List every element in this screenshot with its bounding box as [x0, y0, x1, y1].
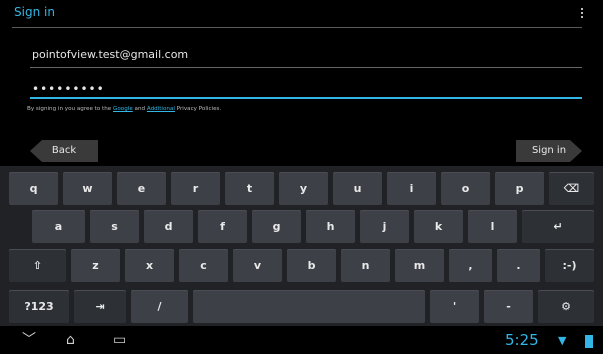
shift-key[interactable]: ⇧: [9, 249, 66, 282]
wifi-icon: ▼: [558, 334, 567, 347]
additional-link[interactable]: Additional: [147, 106, 175, 112]
hide-keyboard-icon[interactable]: ﹀: [22, 332, 36, 348]
email-field[interactable]: pointofview.test@gmail.com: [32, 48, 582, 61]
soft-keyboard: q w e r t y u i o p ⌫ a s d f g h j k l …: [0, 166, 603, 326]
email-field-underline: [30, 67, 582, 68]
key-b[interactable]: b: [287, 249, 336, 282]
key-h[interactable]: h: [306, 210, 355, 243]
key-f[interactable]: f: [198, 210, 247, 243]
overflow-menu-icon[interactable]: [579, 7, 585, 21]
title-divider: [12, 27, 582, 28]
symbols-key[interactable]: ?123: [9, 290, 69, 323]
key-q[interactable]: q: [9, 172, 58, 205]
recent-apps-icon[interactable]: ▭: [113, 332, 126, 348]
password-field-underline: [30, 97, 582, 99]
system-bar: ﹀ ⌂ ▭ 5:25 ▼: [0, 326, 603, 354]
key-v[interactable]: v: [233, 249, 282, 282]
key-e[interactable]: e: [117, 172, 166, 205]
key-r[interactable]: r: [171, 172, 220, 205]
clock: 5:25: [505, 331, 539, 349]
enter-key[interactable]: ↵: [522, 210, 594, 243]
key-apostrophe[interactable]: ': [430, 290, 479, 323]
back-button[interactable]: Back: [30, 140, 98, 162]
key-z[interactable]: z: [71, 249, 120, 282]
key-x[interactable]: x: [125, 249, 174, 282]
key-t[interactable]: t: [225, 172, 274, 205]
key-k[interactable]: k: [414, 210, 463, 243]
sign-in-button[interactable]: Sign in: [516, 140, 582, 162]
key-period[interactable]: .: [497, 249, 540, 282]
google-link[interactable]: Google: [113, 106, 133, 112]
key-dash[interactable]: -: [484, 290, 533, 323]
key-c[interactable]: c: [179, 249, 228, 282]
key-j[interactable]: j: [360, 210, 409, 243]
legal-prefix: By signing in you agree to the: [27, 106, 114, 112]
tab-key[interactable]: ⇥: [74, 290, 126, 323]
battery-icon: [585, 335, 593, 348]
key-w[interactable]: w: [63, 172, 112, 205]
legal-and: and: [132, 106, 147, 112]
key-u[interactable]: u: [333, 172, 382, 205]
password-field[interactable]: •••••••••: [32, 82, 582, 96]
page-title: Sign in: [14, 5, 55, 19]
backspace-key[interactable]: ⌫: [549, 172, 594, 205]
legal-text: By signing in you agree to the Google an…: [27, 106, 221, 112]
space-key[interactable]: [193, 290, 425, 323]
legal-suffix: Privacy Policies.: [174, 106, 222, 112]
key-y[interactable]: y: [279, 172, 328, 205]
key-l[interactable]: l: [468, 210, 517, 243]
key-p[interactable]: p: [495, 172, 544, 205]
keyboard-settings-key[interactable]: ⚙: [538, 290, 594, 323]
key-a[interactable]: a: [32, 210, 85, 243]
key-s[interactable]: s: [90, 210, 139, 243]
key-n[interactable]: n: [341, 249, 390, 282]
key-slash[interactable]: /: [131, 290, 188, 323]
home-icon[interactable]: ⌂: [66, 332, 75, 348]
key-comma[interactable]: ,: [449, 249, 492, 282]
key-o[interactable]: o: [441, 172, 490, 205]
key-m[interactable]: m: [395, 249, 444, 282]
smiley-key[interactable]: :-): [545, 249, 594, 282]
key-i[interactable]: i: [387, 172, 436, 205]
key-g[interactable]: g: [252, 210, 301, 243]
key-d[interactable]: d: [144, 210, 193, 243]
